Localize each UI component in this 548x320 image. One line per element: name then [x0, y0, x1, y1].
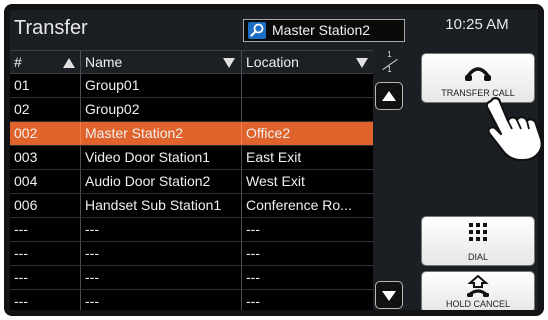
- column-header-name[interactable]: Name: [85, 54, 122, 70]
- table-row[interactable]: --- --- ---: [10, 266, 373, 290]
- column-divider: [80, 98, 81, 121]
- arrow-up-icon: [382, 91, 396, 101]
- row-number: ---: [14, 269, 28, 285]
- arrow-down-icon: [382, 291, 396, 301]
- row-number: 003: [14, 149, 38, 165]
- row-name: ---: [85, 269, 99, 285]
- hold-cancel-label: HOLD CANCEL: [445, 299, 510, 309]
- row-number: 01: [14, 77, 30, 93]
- column-divider: [80, 146, 81, 169]
- dial-button[interactable]: DIAL: [422, 217, 534, 265]
- row-name: ---: [85, 245, 99, 261]
- search-value: Master Station2: [272, 22, 371, 38]
- row-name: Audio Door Station2: [85, 173, 211, 189]
- row-number: 006: [14, 197, 38, 213]
- column-divider: [241, 170, 242, 193]
- row-location: West Exit: [246, 173, 305, 189]
- column-divider: [80, 266, 81, 289]
- column-divider: [80, 74, 81, 97]
- page-total: 1: [387, 65, 392, 74]
- scroll-up-button[interactable]: [375, 82, 403, 110]
- column-divider: [80, 122, 81, 145]
- row-number: 02: [14, 101, 30, 117]
- sort-descending-icon[interactable]: [356, 58, 368, 68]
- column-divider: [241, 74, 242, 97]
- search-field[interactable]: Master Station2: [243, 19, 405, 42]
- table-row-selected[interactable]: 002 Master Station2 Office2: [10, 122, 373, 146]
- table-row[interactable]: 003 Video Door Station1 East Exit: [10, 146, 373, 170]
- column-divider: [241, 122, 242, 145]
- screen-title: Transfer: [14, 17, 88, 39]
- device-bezel: Transfer Master Station2 10:25 AM # Name…: [4, 4, 544, 316]
- column-divider: [241, 51, 242, 74]
- table-row[interactable]: 004 Audio Door Station2 West Exit: [10, 170, 373, 194]
- clock: 10:25 AM: [445, 16, 509, 33]
- row-location: ---: [246, 245, 260, 261]
- row-number: 002: [14, 125, 38, 141]
- row-location: ---: [246, 293, 260, 309]
- pointing-hand-icon: [485, 97, 543, 162]
- row-number: ---: [14, 221, 28, 237]
- row-number: ---: [14, 293, 28, 309]
- column-divider: [241, 218, 242, 241]
- table-row[interactable]: --- --- ---: [10, 242, 373, 266]
- row-name: ---: [85, 293, 99, 309]
- column-divider: [241, 266, 242, 289]
- row-location: Office2: [246, 125, 291, 141]
- column-divider: [80, 242, 81, 265]
- scroll-down-button[interactable]: [375, 281, 403, 309]
- station-list: 01 Group01 02 Group02 002 Master Station…: [10, 74, 373, 310]
- column-header-location[interactable]: Location: [246, 54, 299, 70]
- row-name: Handset Sub Station1: [85, 197, 222, 213]
- transfer-screen: Transfer Master Station2 10:25 AM # Name…: [10, 10, 538, 310]
- row-name: ---: [85, 221, 99, 237]
- search-icon: [248, 22, 266, 39]
- table-row[interactable]: 02 Group02: [10, 98, 373, 122]
- sort-descending-icon[interactable]: [223, 58, 235, 68]
- transfer-call-icon: [465, 67, 491, 81]
- page-current: 1: [387, 50, 392, 59]
- keypad-icon: [469, 223, 487, 241]
- column-divider: [241, 194, 242, 217]
- row-name: Video Door Station1: [85, 149, 211, 165]
- row-location: East Exit: [246, 149, 302, 165]
- table-row[interactable]: --- --- ---: [10, 218, 373, 242]
- table-row[interactable]: 01 Group01: [10, 74, 373, 98]
- column-divider: [241, 290, 242, 310]
- column-divider: [80, 170, 81, 193]
- hold-cancel-button[interactable]: HOLD CANCEL: [422, 272, 534, 310]
- page-indicator: 1 1: [377, 50, 402, 76]
- column-divider: [80, 290, 81, 310]
- table-header: # Name Location: [10, 50, 373, 74]
- column-header-number[interactable]: #: [14, 54, 22, 70]
- row-location: ---: [246, 269, 260, 285]
- hold-cancel-icon: [467, 275, 489, 297]
- table-row[interactable]: 006 Handset Sub Station1 Conference Ro..…: [10, 194, 373, 218]
- column-divider: [241, 242, 242, 265]
- row-number: ---: [14, 245, 28, 261]
- row-name: Master Station2: [85, 125, 184, 141]
- row-location: ---: [246, 221, 260, 237]
- column-divider: [80, 218, 81, 241]
- dial-label: DIAL: [467, 252, 488, 262]
- column-divider: [80, 194, 81, 217]
- row-name: Group02: [85, 101, 140, 117]
- row-number: 004: [14, 173, 38, 189]
- column-divider: [241, 146, 242, 169]
- sort-ascending-icon[interactable]: [63, 58, 75, 68]
- row-location: Conference Ro...: [246, 197, 352, 213]
- column-divider: [241, 98, 242, 121]
- table-row[interactable]: --- --- ---: [10, 290, 373, 310]
- row-name: Group01: [85, 77, 140, 93]
- column-divider: [80, 51, 81, 74]
